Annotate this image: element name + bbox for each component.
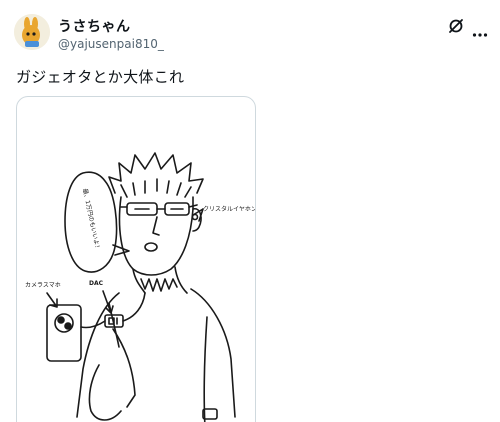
- dac-label: DAC: [89, 280, 104, 287]
- tweet-text: ガジェオタとか大体これ: [16, 68, 185, 86]
- earphone-label: クリスタルイヤホン: [203, 205, 255, 213]
- avatar[interactable]: [14, 14, 50, 50]
- tweet-card: うさちゃん @yajusenpai810_ ガジェオタとか大体これ 最、1万円の…: [0, 0, 500, 422]
- user-handle[interactable]: @yajusenpai810_: [58, 37, 164, 51]
- more-icon[interactable]: [472, 23, 488, 37]
- media-image[interactable]: 最、1万円のもいいよ！ クリスタルイヤホン カメラスマホ DAC: [16, 96, 256, 422]
- phone-label: カメラスマホ: [25, 282, 61, 289]
- speech-bubble-text: 最、1万円のもいいよ！: [81, 188, 101, 252]
- sketch-illustration: 最、1万円のもいいよ！ クリスタルイヤホン カメラスマホ DAC: [25, 152, 255, 422]
- display-name[interactable]: うさちゃん: [58, 16, 131, 36]
- grok-icon[interactable]: [448, 18, 464, 34]
- avatar-image: [14, 14, 50, 50]
